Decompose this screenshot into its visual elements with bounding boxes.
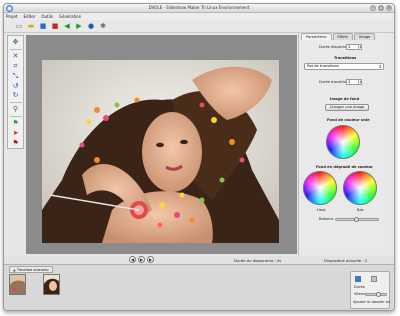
fond-uni-label: Fond de couleur unie bbox=[327, 118, 370, 122]
toolbar: ▭ ▬ ■ ■ ◀ ▶ ● ✱ bbox=[4, 20, 394, 33]
playback-controls: ◀ ▶ ▶ bbox=[129, 256, 154, 263]
spin-arrows-icon[interactable]: ⇕ bbox=[358, 80, 362, 84]
timeline-tab[interactable]: ▲ Timeline scenario bbox=[9, 266, 53, 273]
transition-value: Pas de transitions bbox=[307, 64, 339, 68]
next-icon[interactable]: ▶ bbox=[147, 256, 154, 263]
rotate-left-icon[interactable]: ↺ bbox=[10, 82, 22, 91]
duree-value: 3 bbox=[348, 45, 351, 49]
charger-image-button[interactable]: Charger une image bbox=[325, 104, 369, 111]
image-de-fond-label: Image de fond bbox=[330, 97, 360, 101]
dispositive-text: Dispositive actuelle : 2 bbox=[324, 258, 368, 263]
play-icon[interactable]: ▶ bbox=[138, 256, 145, 263]
slide-options-panel: Durée Vitesse Ajouter le dossier en bbox=[350, 271, 390, 309]
previous-icon[interactable]: ◀ bbox=[129, 256, 136, 263]
duree-transition-label: Durée transition bbox=[319, 80, 349, 84]
cut-icon[interactable]: ✕ bbox=[10, 52, 22, 61]
gradient-bottom-color-wheel[interactable] bbox=[343, 171, 377, 205]
preview-canvas[interactable] bbox=[26, 35, 297, 254]
status-bar: ◀ ▶ ▶ Durée du diaporama : 0s Dispositiv… bbox=[4, 256, 394, 264]
spin-arrows-icon[interactable]: ⇕ bbox=[358, 45, 362, 49]
thumbnail-slide-2[interactable] bbox=[43, 274, 60, 295]
menu-editer[interactable]: Editer bbox=[24, 14, 36, 19]
panel-tabs: Paramètres Effets Virage bbox=[301, 33, 376, 40]
transitions-label: Transitions bbox=[334, 56, 357, 60]
speed-handle[interactable] bbox=[376, 292, 381, 297]
ajouter-dossier-text: Ajouter le dossier en bbox=[353, 300, 391, 304]
title-bar: DVOLE - Slideshow Maker Tri Linux Enviro… bbox=[4, 4, 394, 13]
page-icon[interactable] bbox=[371, 276, 377, 282]
maximize-button[interactable]: □ bbox=[378, 5, 384, 11]
bas-label: Bas bbox=[357, 208, 364, 212]
app-window: DVOLE - Slideshow Maker Tri Linux Enviro… bbox=[3, 3, 395, 311]
settings-icon[interactable]: ✱ bbox=[98, 21, 108, 31]
thumbnail-slide-1[interactable] bbox=[9, 274, 26, 295]
timeline-panel: ▲ Timeline scenario Durée Vitesse Ajoute… bbox=[4, 264, 394, 310]
duree-diaporama-text: Durée du diaporama : 0s bbox=[234, 258, 282, 263]
balance-handle[interactable] bbox=[354, 217, 359, 222]
menu-projet[interactable]: Projet bbox=[6, 14, 18, 19]
crop-icon[interactable]: ⌗ bbox=[10, 62, 22, 71]
transition-select[interactable]: Pas de transitions ⇕ bbox=[304, 63, 384, 70]
gradient-top-color-wheel[interactable] bbox=[303, 171, 337, 205]
close-button[interactable]: × bbox=[386, 5, 392, 11]
duree-transition-spinner[interactable]: 3 ⇕ bbox=[346, 79, 362, 85]
window-title: DVOLE - Slideshow Maker Tri Linux Enviro… bbox=[148, 5, 250, 10]
window-controls: – □ × bbox=[370, 5, 392, 11]
balance-label: Balance bbox=[319, 217, 334, 221]
rotate-right-icon[interactable]: ↻ bbox=[10, 92, 22, 101]
properties-panel: Paramètres Effets Virage Durée diaporama… bbox=[298, 33, 391, 255]
speed-slider[interactable] bbox=[365, 292, 387, 297]
tab-virage[interactable]: Virage bbox=[353, 33, 376, 40]
save-icon[interactable]: ■ bbox=[38, 21, 48, 31]
duree-small-label: Durée bbox=[354, 285, 365, 289]
menu-bar: Projet Editer Outils Génération bbox=[4, 13, 394, 20]
fond-degrade-label: Fond en dégradé de couleur bbox=[316, 165, 373, 169]
marker-icon[interactable]: ⚑ bbox=[10, 139, 22, 148]
zoom-icon[interactable]: ⚲ bbox=[10, 105, 22, 114]
arrow-icon[interactable]: ➤ bbox=[10, 129, 22, 138]
slide-photo[interactable] bbox=[42, 60, 279, 243]
balance-slider[interactable] bbox=[335, 217, 379, 222]
export-icon[interactable]: ■ bbox=[50, 21, 60, 31]
forward-icon[interactable]: ▶ bbox=[74, 21, 84, 31]
minimize-button[interactable]: – bbox=[370, 5, 376, 11]
new-file-icon[interactable]: ▭ bbox=[14, 21, 24, 31]
save-small-icon[interactable] bbox=[355, 276, 361, 282]
back-icon[interactable]: ◀ bbox=[62, 21, 72, 31]
menu-outils[interactable]: Outils bbox=[41, 14, 53, 19]
open-folder-icon[interactable]: ▬ bbox=[26, 21, 36, 31]
menu-generation[interactable]: Génération bbox=[59, 14, 81, 19]
dropdown-arrow-icon: ⇕ bbox=[378, 64, 382, 69]
haut-label: Haut bbox=[317, 208, 326, 212]
resize-icon[interactable]: ⤡ bbox=[10, 72, 22, 81]
tab-parametres[interactable]: Paramètres bbox=[301, 33, 332, 40]
tab-effets[interactable]: Effets bbox=[332, 33, 353, 40]
timeline-icon: ▲ bbox=[13, 268, 16, 272]
solid-color-wheel[interactable] bbox=[326, 125, 360, 159]
duree-transition-value: 3 bbox=[348, 80, 351, 84]
help-icon[interactable]: ● bbox=[86, 21, 96, 31]
tools-sidebar: ✥ ✕ ⌗ ⤡ ↺ ↻ ⚲ ⚑ ➤ ⚑ bbox=[7, 35, 24, 149]
duree-spinner[interactable]: 3 ⇕ bbox=[346, 44, 362, 50]
move-icon[interactable]: ✥ bbox=[10, 38, 22, 47]
flag-icon[interactable]: ⚑ bbox=[10, 119, 22, 128]
